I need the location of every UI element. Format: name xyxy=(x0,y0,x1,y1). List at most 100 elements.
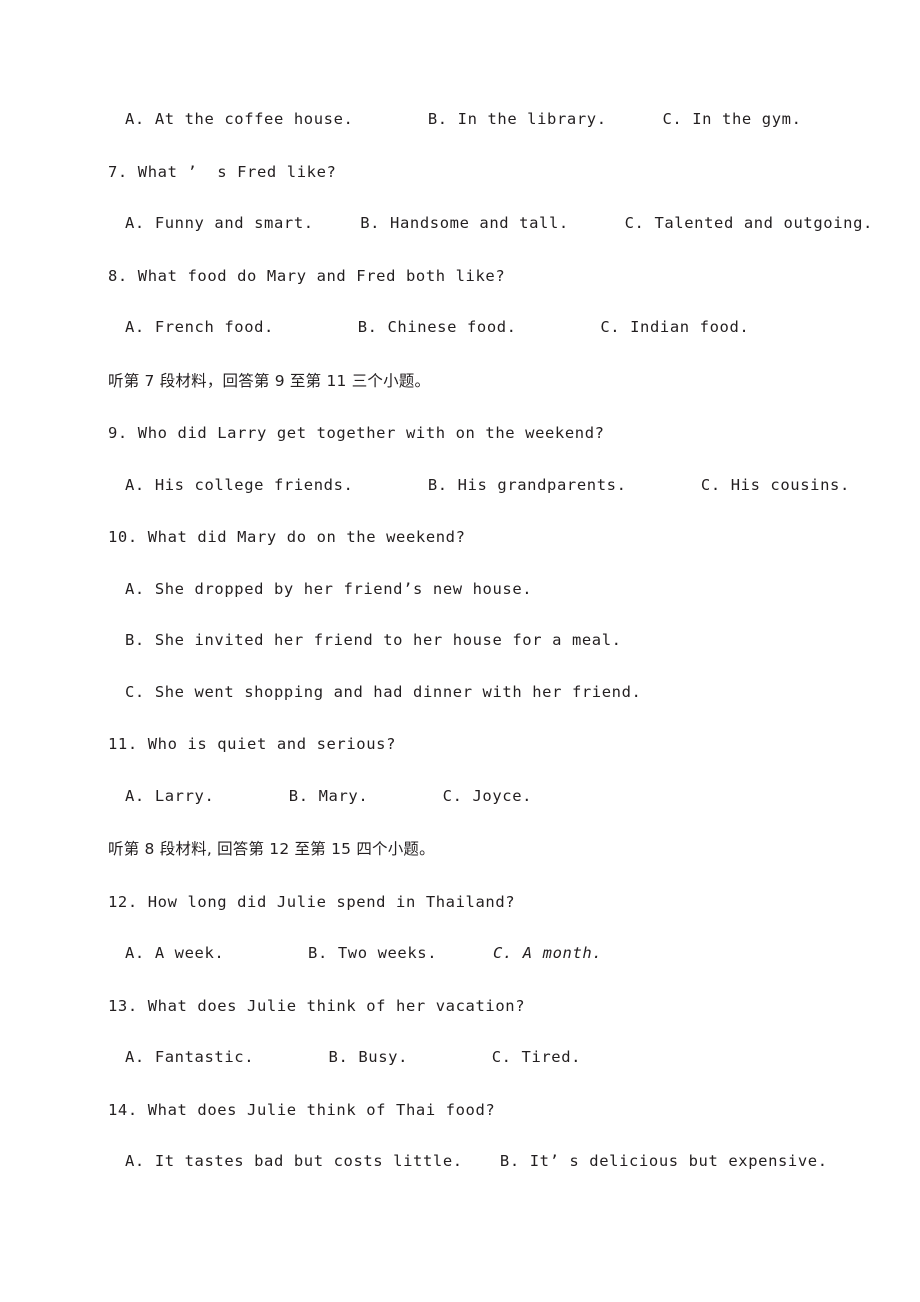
option-letter: B. xyxy=(125,631,145,649)
option-text: Funny and smart. xyxy=(154,214,314,232)
option-text: She dropped by her friend’s new house. xyxy=(154,579,533,598)
option-text: Indian food. xyxy=(630,318,750,336)
question-stem: 12. How long did Julie spend in Thailand… xyxy=(108,892,516,911)
option-text: Tired. xyxy=(521,1048,582,1066)
option-gap xyxy=(145,476,155,494)
exam-page: A. At the coffee house. B. In the library… xyxy=(0,0,920,1302)
option-choice[interactable]: B. It’ s delicious but expensive. xyxy=(499,1152,828,1170)
option-choice[interactable]: B. Two weeks. xyxy=(308,944,438,962)
option-text: A month. xyxy=(522,944,603,962)
option-gap xyxy=(520,1152,530,1170)
option-text: In the gym. xyxy=(692,110,802,128)
option-choice[interactable]: A. It tastes bad but costs little. xyxy=(125,1152,463,1170)
option-gap xyxy=(145,580,155,598)
option-letter: A. xyxy=(125,1152,145,1170)
question-stem: 13. What does Julie think of her vacatio… xyxy=(108,996,526,1015)
listening-directive: 听第 8 段材料, 回答第 12 至第 15 四个小题。 xyxy=(108,840,435,858)
question-stem: 10. What did Mary do on the weekend? xyxy=(108,528,466,546)
option-gap xyxy=(348,1048,358,1066)
option-choice[interactable]: A. A week. xyxy=(125,944,225,962)
option-gap xyxy=(512,1048,522,1066)
option-text: In the library. xyxy=(457,110,607,128)
option-gap xyxy=(645,214,655,232)
option-text: She went shopping and had dinner with he… xyxy=(154,682,642,701)
option-choice[interactable]: A. Larry. xyxy=(125,786,215,805)
option-choice[interactable]: B. Busy. xyxy=(328,1048,409,1066)
option-letter: A. xyxy=(125,318,145,336)
question-stem: 14. What does Julie think of Thai food? xyxy=(108,1100,496,1119)
option-letter: A. xyxy=(125,214,145,232)
option-gap xyxy=(721,476,731,494)
option-letter: B. xyxy=(288,786,309,805)
option-choice[interactable]: B. She invited her friend to her house f… xyxy=(108,597,810,649)
option-choice[interactable]: A. She dropped by her friend’s new house… xyxy=(108,546,810,598)
option-text: Larry. xyxy=(154,786,215,805)
option-choice[interactable]: C. Talented and outgoing. xyxy=(624,214,873,232)
option-text: Joyce. xyxy=(472,786,533,805)
option-choice[interactable]: B. Handsome and tall. xyxy=(360,215,569,232)
listening-directive: 听第 7 段材料，回答第 9 至第 11 三个小题。 xyxy=(108,371,431,390)
option-gap xyxy=(145,318,155,336)
option-choice[interactable]: A. His college friends. xyxy=(125,475,354,494)
option-gap xyxy=(145,944,155,962)
option-choice[interactable]: C. A month. xyxy=(492,944,603,962)
option-row: A. A week. B. Two weeks. C. A month. xyxy=(108,910,810,962)
question-stem: 11. Who is quiet and serious? xyxy=(108,735,397,753)
option-letter: C. xyxy=(492,944,513,962)
option-choice[interactable]: C. In the gym. xyxy=(662,110,802,128)
option-gap xyxy=(145,631,155,649)
option-letter: B. xyxy=(328,1048,349,1066)
option-choice[interactable]: A. Fantastic. xyxy=(125,1048,254,1066)
option-text: Chinese food. xyxy=(387,318,517,336)
question-stem: 8. What food do Mary and Fred both like? xyxy=(108,266,506,285)
option-letter: B. xyxy=(427,475,448,494)
option-text: A week. xyxy=(154,944,225,962)
option-choice[interactable]: A. French food. xyxy=(125,318,274,336)
option-gap xyxy=(463,787,473,805)
option-letter: C. xyxy=(491,1048,512,1066)
option-text: His college friends. xyxy=(154,475,354,494)
question-stem: 7. What ’ s Fred like? xyxy=(108,162,337,181)
option-gap xyxy=(145,1152,155,1170)
option-text: Two weeks. xyxy=(337,944,438,962)
option-choice[interactable]: C. She went shopping and had dinner with… xyxy=(108,649,810,701)
option-gap xyxy=(145,683,155,701)
option-choice[interactable]: C. Joyce. xyxy=(443,786,533,805)
option-letter: C. xyxy=(662,110,683,128)
option-choice[interactable]: A. Funny and smart. xyxy=(125,214,314,232)
option-choice[interactable]: C. His cousins. xyxy=(700,475,850,494)
option-choice[interactable]: C. Tired. xyxy=(491,1048,582,1066)
option-text: At the coffee house. xyxy=(154,110,354,128)
option-row: A. Larry. B. Mary. C. Joyce. xyxy=(108,753,810,805)
option-row: A. His college friends. B. His grandparen… xyxy=(108,442,849,494)
option-choice[interactable]: B. In the library. xyxy=(427,110,607,128)
option-letter: C. xyxy=(700,475,721,494)
option-letter: C. xyxy=(600,318,621,336)
option-row: A. French food. B. Chinese food. C. Indian… xyxy=(108,284,810,336)
option-letter: C. xyxy=(624,214,645,232)
option-text: French food. xyxy=(154,318,274,336)
option-gap xyxy=(328,944,338,962)
option-row: A. Funny and smart. B. Handsome and tall.… xyxy=(108,180,872,232)
option-letter: B. xyxy=(499,1152,520,1170)
option-choice[interactable]: B. Mary. xyxy=(288,786,369,805)
option-choice[interactable]: C. Indian food. xyxy=(600,318,750,336)
option-gap xyxy=(448,110,458,128)
option-letter: A. xyxy=(125,1048,145,1066)
option-gap xyxy=(682,110,692,128)
option-gap xyxy=(145,110,155,128)
option-text: Busy. xyxy=(358,1048,409,1066)
option-letter: B. xyxy=(427,110,448,128)
option-gap xyxy=(448,476,458,494)
option-letter: A. xyxy=(125,786,145,805)
option-gap xyxy=(145,1048,155,1066)
option-row: A. It tastes bad but costs little. B. It’… xyxy=(108,1118,827,1170)
option-letter: A. xyxy=(125,579,145,598)
option-text: Mary. xyxy=(318,786,369,805)
option-row: A. At the coffee house. B. In the library… xyxy=(108,110,810,128)
option-text: His grandparents. xyxy=(457,475,627,494)
option-choice[interactable]: B. His grandparents. xyxy=(427,475,627,494)
option-letter: A. xyxy=(125,944,145,962)
option-choice[interactable]: B. Chinese food. xyxy=(358,318,517,336)
option-choice[interactable]: A. At the coffee house. xyxy=(125,110,354,128)
